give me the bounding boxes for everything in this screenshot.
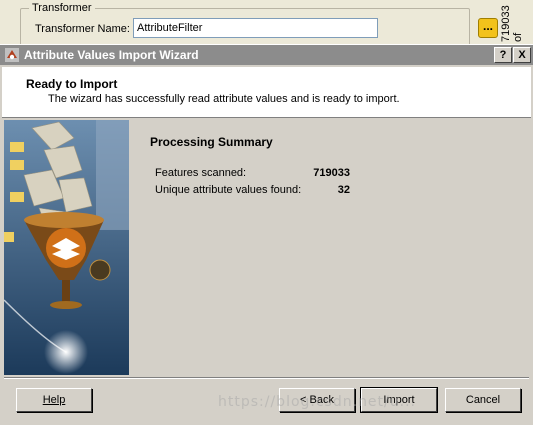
features-scanned-value: 719033 <box>313 167 350 179</box>
side-rotated-text: 719033 of <box>500 5 524 42</box>
side-art-image <box>4 120 129 375</box>
app-icon <box>5 48 19 62</box>
unique-values-value: 32 <box>337 184 350 196</box>
wizard-title: Attribute Values Import Wizard <box>24 48 199 62</box>
ellipsis-button[interactable]: ... <box>478 18 498 38</box>
transformer-name-label: Transformer Name: <box>35 23 130 35</box>
cancel-button-label: Cancel <box>465 394 501 406</box>
features-scanned-label: Features scanned: <box>155 167 247 179</box>
cancel-button[interactable]: Cancel <box>445 388 521 412</box>
button-separator <box>4 377 529 379</box>
transformer-name-input[interactable]: AttributeFilter <box>133 18 378 38</box>
wizard-titlebar[interactable]: Attribute Values Import Wizard ? X <box>0 45 533 65</box>
group-title: Transformer <box>29 2 95 14</box>
watermark-text: https://blog.csdn.net/u... <box>218 394 416 410</box>
header-subtitle: The wizard has successfully read attribu… <box>48 93 400 105</box>
close-title-button[interactable]: X <box>513 47 531 63</box>
wizard-window: Attribute Values Import Wizard ? X Ready… <box>0 44 533 425</box>
wizard-content: Processing Summary Features scanned: 719… <box>130 120 528 375</box>
summary-title: Processing Summary <box>150 135 273 149</box>
wizard-header: Ready to Import The wizard has successfu… <box>2 67 531 118</box>
wizard-side-art <box>4 120 129 375</box>
help-title-button[interactable]: ? <box>494 47 512 63</box>
help-button-label: Help <box>42 394 66 406</box>
header-title: Ready to Import <box>26 77 118 91</box>
help-button[interactable]: Help <box>16 388 92 412</box>
